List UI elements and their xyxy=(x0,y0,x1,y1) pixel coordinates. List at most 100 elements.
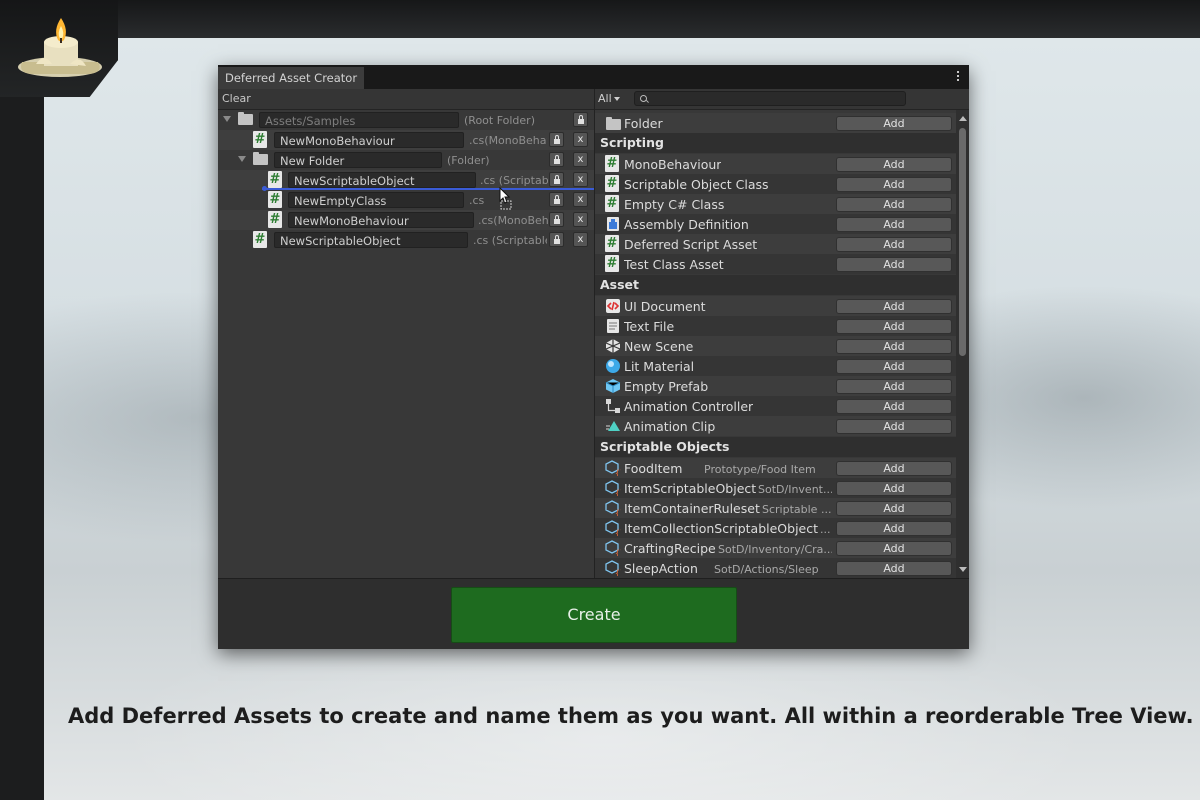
add-button[interactable]: Add xyxy=(836,541,952,556)
asset-row-lit-material[interactable]: Lit Material Add xyxy=(595,356,956,376)
add-button[interactable]: Add xyxy=(836,419,952,434)
lock-icon[interactable] xyxy=(549,212,564,227)
remove-button[interactable]: x xyxy=(573,232,588,247)
lock-icon[interactable] xyxy=(549,172,564,187)
filter-label: All xyxy=(598,92,612,105)
asset-row-scriptable-object-class[interactable]: # Scriptable Object Class Add xyxy=(595,174,956,194)
section-asset: Asset xyxy=(595,275,956,295)
asset-row-test-class[interactable]: # Test Class Asset Add xyxy=(595,254,956,274)
animator-icon xyxy=(606,399,620,413)
more-menu-icon[interactable] xyxy=(955,69,961,83)
drop-indicator xyxy=(262,188,594,190)
expand-arrow-icon[interactable] xyxy=(223,116,231,122)
scroll-down-icon[interactable] xyxy=(959,567,967,572)
section-scriptable-objects: Scriptable Objects xyxy=(595,437,956,457)
asset-tree-view[interactable]: Assets/Samples (Root Folder) # NewMonoBe… xyxy=(218,110,594,578)
asset-row-monobehaviour[interactable]: # MonoBehaviour Add xyxy=(595,154,956,174)
create-button[interactable]: Create xyxy=(451,587,737,643)
add-button[interactable]: Add xyxy=(836,521,952,536)
lock-icon[interactable] xyxy=(549,192,564,207)
scriptable-object-icon: {} xyxy=(605,460,621,476)
add-button[interactable]: Add xyxy=(836,379,952,394)
add-button[interactable]: Add xyxy=(836,197,952,212)
clear-button[interactable]: Clear xyxy=(222,92,251,105)
asset-row-scriptable-object[interactable]: {} CraftingRecipe SotD/Inventory/Cra... … xyxy=(595,538,956,558)
scroll-thumb[interactable] xyxy=(959,128,966,356)
asset-name-field[interactable]: NewScriptableObject xyxy=(288,172,476,188)
add-button[interactable]: Add xyxy=(836,257,952,272)
asset-row-empty-prefab[interactable]: Empty Prefab Add xyxy=(595,376,956,396)
asset-row-scriptable-object[interactable]: {} SleepAction SotD/Actions/Sleep Add xyxy=(595,558,956,578)
window-tab[interactable]: Deferred Asset Creator xyxy=(218,67,365,89)
asset-label: Text File xyxy=(624,319,675,334)
scene-icon xyxy=(605,339,621,353)
tree-row-script[interactable]: # NewScriptableObject .cs (ScriptableObj… xyxy=(218,170,594,190)
add-button[interactable]: Add xyxy=(836,399,952,414)
root-folder-field[interactable]: Assets/Samples xyxy=(259,112,459,128)
expand-arrow-icon[interactable] xyxy=(238,156,246,162)
tree-row-script[interactable]: # NewMonoBehaviour .cs(MonoBehaviour) x xyxy=(218,210,594,230)
add-button[interactable]: Add xyxy=(836,481,952,496)
asset-row-empty-class[interactable]: # Empty C# Class Add xyxy=(595,194,956,214)
add-button[interactable]: Add xyxy=(836,339,952,354)
remove-button[interactable]: x xyxy=(573,152,588,167)
asset-row-folder[interactable]: Folder Add xyxy=(595,113,956,133)
scroll-up-icon[interactable] xyxy=(959,116,967,121)
script-icon: # xyxy=(253,131,267,148)
add-button[interactable]: Add xyxy=(836,299,952,314)
asset-row-assembly-definition[interactable]: Assembly Definition Add xyxy=(595,214,956,234)
asset-row-scriptable-object[interactable]: {} ItemScriptableObject SotD/Invent... A… xyxy=(595,478,956,498)
footer-bar: Create xyxy=(218,578,969,649)
asset-row-ui-document[interactable]: UI Document Add xyxy=(595,296,956,316)
folder-name-field[interactable]: New Folder xyxy=(274,152,442,168)
add-button[interactable]: Add xyxy=(836,237,952,252)
asset-label: ItemScriptableObject xyxy=(624,481,757,496)
add-button[interactable]: Add xyxy=(836,116,952,131)
asset-row-deferred-script[interactable]: # Deferred Script Asset Add xyxy=(595,234,956,254)
add-button[interactable]: Add xyxy=(836,359,952,374)
asset-list-scrollbar[interactable] xyxy=(956,110,969,578)
asset-name-field[interactable]: NewMonoBehaviour xyxy=(288,212,474,228)
lock-icon[interactable] xyxy=(549,232,564,247)
add-button[interactable]: Add xyxy=(836,157,952,172)
lock-icon[interactable] xyxy=(549,152,564,167)
asset-label: Empty C# Class xyxy=(624,197,725,212)
tree-row-folder[interactable]: New Folder (Folder) x xyxy=(218,150,594,170)
remove-button[interactable]: x xyxy=(573,192,588,207)
title-bar: Deferred Asset Creator xyxy=(218,65,969,89)
asset-row-scriptable-object[interactable]: {} FoodItem Prototype/Food Item Add xyxy=(595,458,956,478)
tree-row-script[interactable]: # NewMonoBehaviour .cs(MonoBehaviour) x xyxy=(218,130,594,150)
filter-dropdown[interactable]: All xyxy=(598,92,620,105)
folder-icon xyxy=(606,117,621,130)
tree-row-type: (Folder) xyxy=(447,154,490,167)
remove-button[interactable]: x xyxy=(573,132,588,147)
lock-icon[interactable] xyxy=(549,132,564,147)
asset-list[interactable]: Folder Add Scripting # MonoBehaviour Add… xyxy=(595,110,969,578)
lock-icon[interactable] xyxy=(573,112,588,127)
tree-row-type: .cs (ScriptableObject) xyxy=(480,174,548,187)
tree-row-script[interactable]: # NewScriptableObject .cs (ScriptableObj… xyxy=(218,230,594,250)
add-button[interactable]: Add xyxy=(836,561,952,576)
remove-button[interactable]: x xyxy=(573,172,588,187)
tree-row-root[interactable]: Assets/Samples (Root Folder) xyxy=(218,110,594,130)
asset-name-field[interactable]: NewEmptyClass xyxy=(288,192,464,208)
tree-row-script[interactable]: # NewEmptyClass .cs x xyxy=(218,190,594,210)
add-button[interactable]: Add xyxy=(836,461,952,476)
add-button[interactable]: Add xyxy=(836,217,952,232)
asset-row-new-scene[interactable]: New Scene Add xyxy=(595,336,956,356)
asset-label: Test Class Asset xyxy=(624,257,724,272)
asset-name-field[interactable]: NewScriptableObject xyxy=(274,232,468,248)
asset-row-scriptable-object[interactable]: {} ItemCollectionScriptableObject ... Ad… xyxy=(595,518,956,538)
asset-row-text-file[interactable]: Text File Add xyxy=(595,316,956,336)
caption: Add Deferred Assets to create and name t… xyxy=(68,704,1194,728)
add-button[interactable]: Add xyxy=(836,177,952,192)
asset-name-field[interactable]: NewMonoBehaviour xyxy=(274,132,464,148)
search-input[interactable] xyxy=(634,91,906,106)
asset-row-scriptable-object[interactable]: {} ItemContainerRuleset Scriptable ... A… xyxy=(595,498,956,518)
asset-row-animation-controller[interactable]: Animation Controller Add xyxy=(595,396,956,416)
asset-row-animation-clip[interactable]: Animation Clip Add xyxy=(595,416,956,436)
remove-button[interactable]: x xyxy=(573,212,588,227)
add-button[interactable]: Add xyxy=(836,319,952,334)
asset-label: FoodItem xyxy=(624,461,683,476)
add-button[interactable]: Add xyxy=(836,501,952,516)
